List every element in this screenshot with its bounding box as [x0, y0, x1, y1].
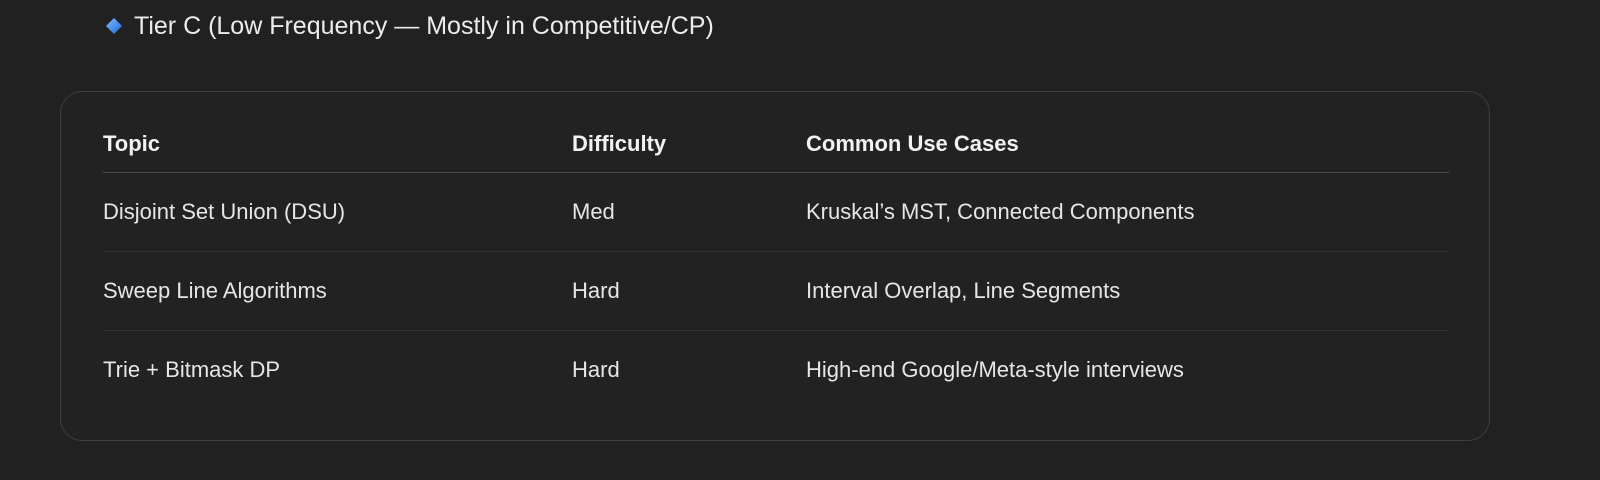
section-heading-text: Tier C (Low Frequency — Mostly in Compet… [134, 11, 714, 40]
chat-page: Tier C (Low Frequency — Mostly in Compet… [0, 0, 1600, 480]
cell-use-cases: Kruskal’s MST, Connected Components [806, 172, 1449, 252]
table-card: Topic Difficulty Common Use Cases Disjoi… [60, 91, 1490, 441]
cell-difficulty: Hard [572, 357, 620, 382]
blue-diamond-icon [106, 18, 122, 34]
table-row: Trie + Bitmask DP Hard High-end Google/M… [103, 331, 1449, 410]
cell-use-cases: High-end Google/Meta-style interviews [806, 357, 1184, 382]
column-header-use-cases: Common Use Cases [806, 116, 1449, 173]
cell-topic: Sweep Line Algorithms [103, 251, 572, 331]
cell-topic: Trie + Bitmask DP [103, 357, 281, 382]
cell-use-cases: Interval Overlap, Line Segments [806, 251, 1449, 331]
cell-difficulty: Hard [572, 251, 806, 331]
column-header-difficulty: Difficulty [572, 116, 806, 173]
cell-difficulty: Med [572, 172, 806, 252]
table-row: Sweep Line Algorithms Hard Interval Over… [103, 251, 1449, 331]
table-header-row: Topic Difficulty Common Use Cases [103, 116, 1449, 173]
topics-table: Topic Difficulty Common Use Cases Disjoi… [103, 116, 1449, 409]
column-header-topic: Topic [103, 116, 572, 173]
cell-topic: Disjoint Set Union (DSU) [103, 172, 572, 252]
section-heading: Tier C (Low Frequency — Mostly in Compet… [106, 8, 714, 44]
table-row: Disjoint Set Union (DSU) Med Kruskal’s M… [103, 172, 1449, 252]
